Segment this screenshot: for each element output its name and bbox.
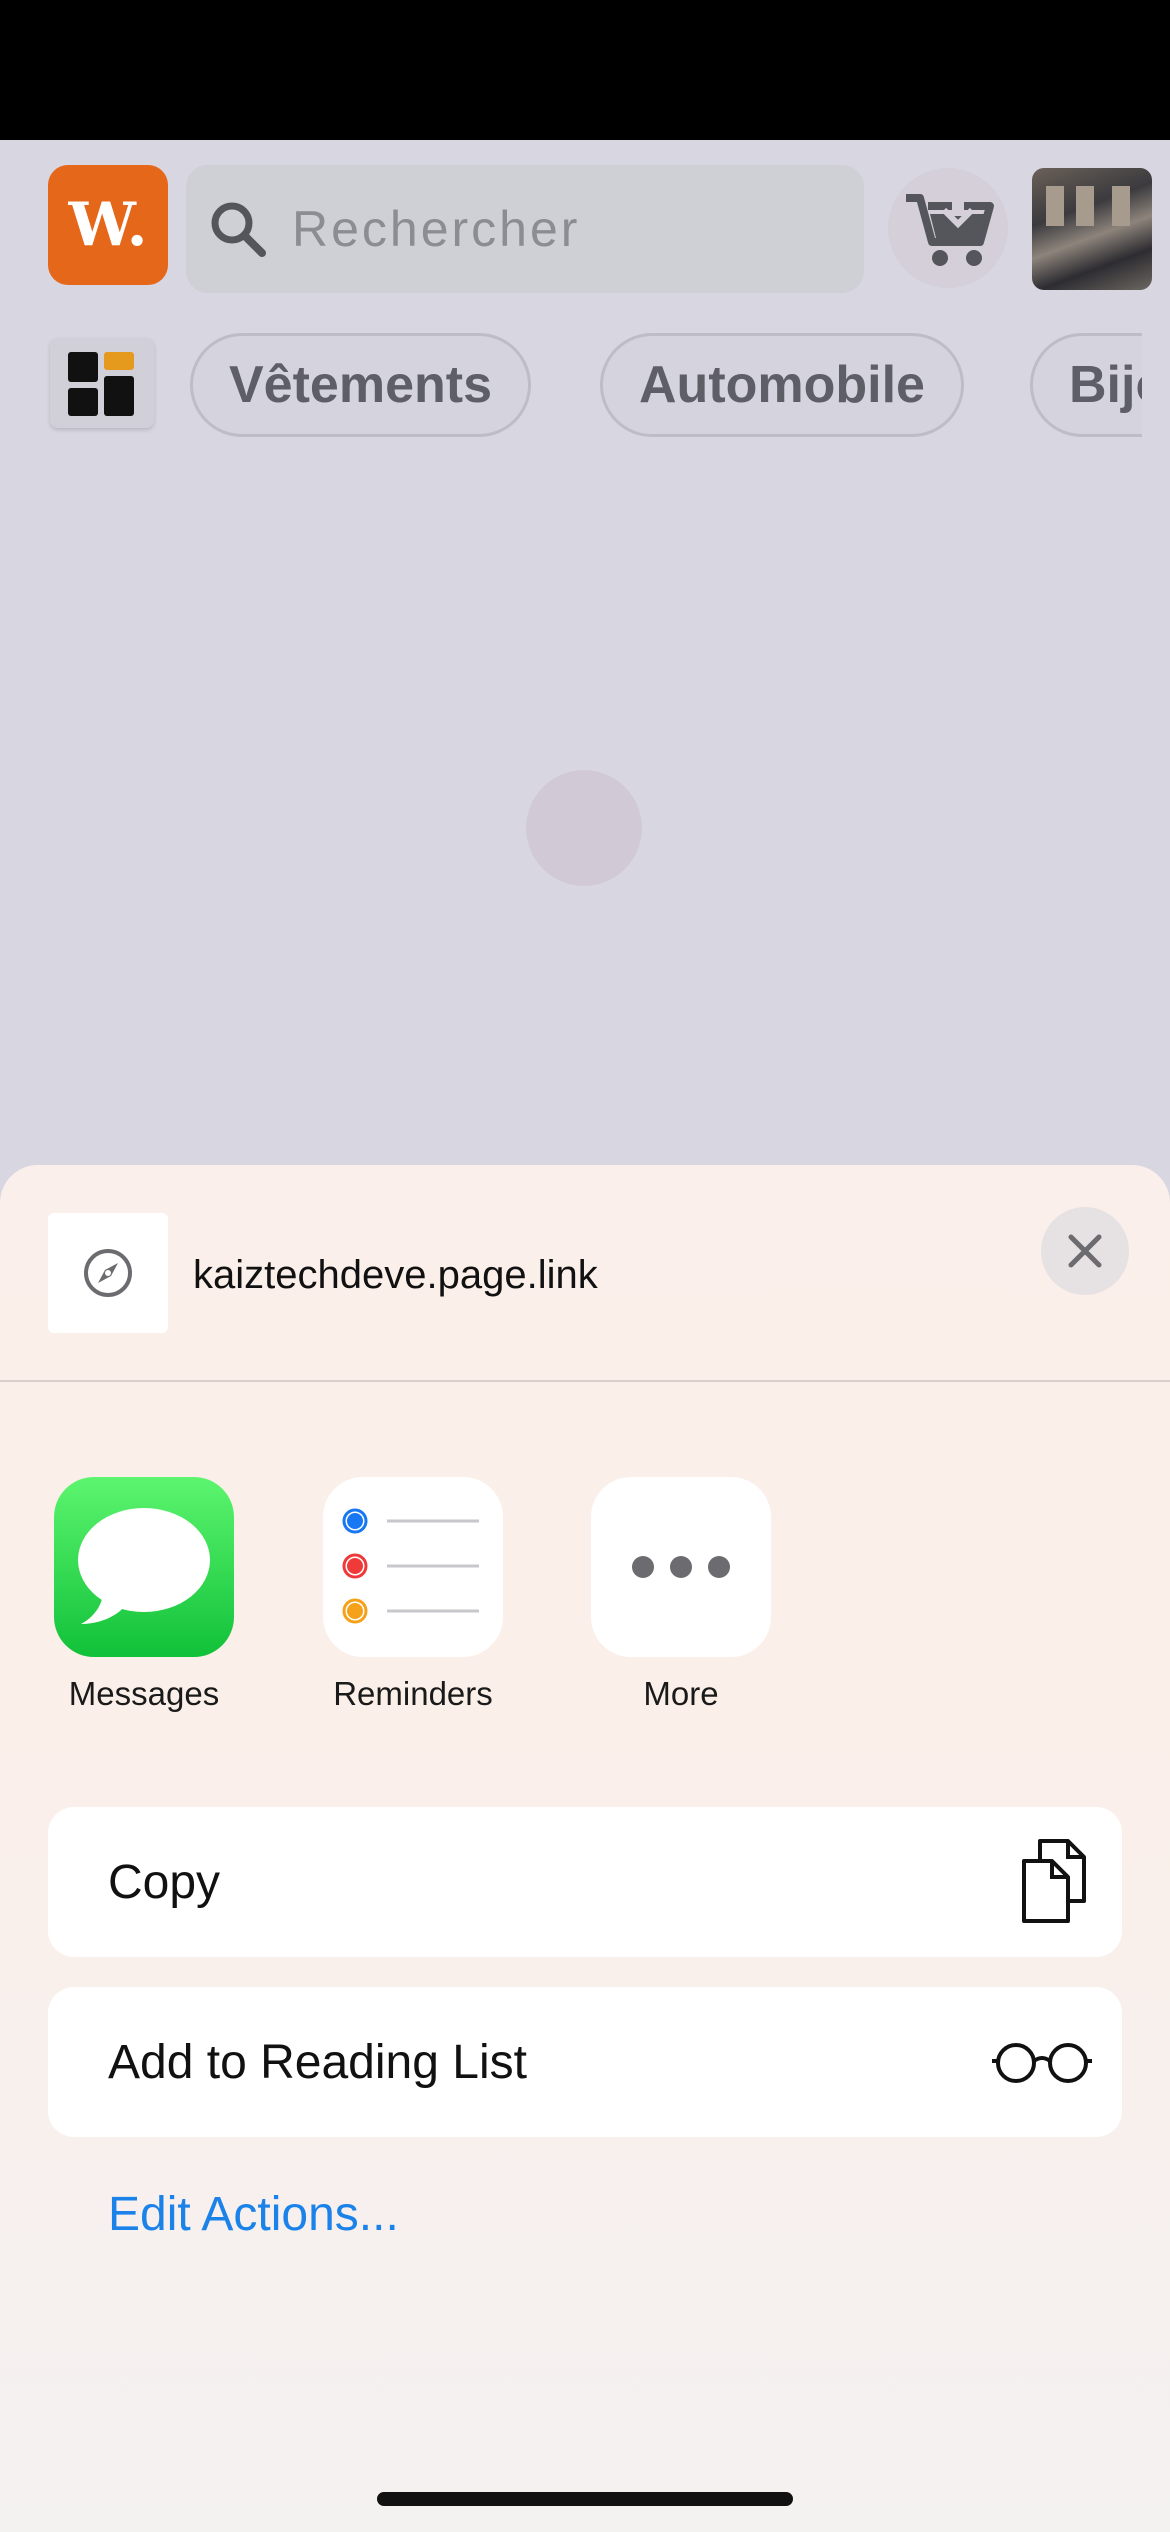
- share-app-label: More: [643, 1675, 719, 1712]
- avatar-photo-detail: [1076, 186, 1094, 226]
- sheet-divider: [0, 1380, 1170, 1382]
- status-bar: [0, 0, 1170, 140]
- share-sheet: kaiztechdeve.page.link Messages Reminder…: [0, 1165, 1170, 2532]
- cart-download-icon: [906, 194, 994, 266]
- compass-icon: [84, 1249, 132, 1297]
- cart-button[interactable]: [888, 168, 1008, 288]
- more-icon: [591, 1477, 771, 1657]
- search-icon: [211, 202, 266, 257]
- close-icon: [1068, 1234, 1102, 1268]
- edit-actions-link[interactable]: Edit Actions...: [108, 2187, 399, 2242]
- category-chip-bijoux[interactable]: Bijoux: [1030, 333, 1142, 437]
- avatar-photo-detail: [1046, 186, 1064, 226]
- messages-icon: [54, 1477, 234, 1657]
- search-placeholder: Rechercher: [292, 201, 581, 257]
- home-indicator[interactable]: [377, 2492, 793, 2506]
- add-to-reading-list-action[interactable]: Add to Reading List: [48, 1987, 1122, 2137]
- link-preview-thumbnail: [48, 1213, 168, 1333]
- reminders-icon: [323, 1477, 503, 1657]
- category-chips: Vêtements Automobile Bijoux: [0, 320, 1142, 460]
- reading-list-action-label: Add to Reading List: [108, 2035, 527, 2089]
- avatar-photo-detail: [1112, 186, 1130, 226]
- copy-action-label: Copy: [108, 1855, 221, 1909]
- category-chip-vetements[interactable]: Vêtements: [190, 333, 531, 437]
- shared-link-url: kaiztechdeve.page.link: [193, 1253, 598, 1297]
- share-app-messages[interactable]: Messages: [54, 1477, 234, 1713]
- share-app-label: Reminders: [333, 1675, 493, 1712]
- copy-action[interactable]: Copy: [48, 1807, 1122, 1957]
- app-logo-text: W.: [68, 190, 148, 260]
- app-logo[interactable]: W.: [48, 165, 168, 285]
- copy-icon: [1022, 1839, 1086, 1923]
- search-input[interactable]: Rechercher: [186, 165, 864, 293]
- profile-avatar[interactable]: [1032, 168, 1152, 290]
- close-button[interactable]: [1041, 1207, 1129, 1295]
- reading-glasses-icon: [992, 2043, 1092, 2083]
- loading-spinner: [526, 770, 642, 886]
- share-app-label: Messages: [68, 1675, 220, 1712]
- category-chip-automobile[interactable]: Automobile: [600, 333, 964, 437]
- share-app-more[interactable]: More: [591, 1477, 771, 1713]
- share-app-reminders[interactable]: Reminders: [323, 1477, 503, 1713]
